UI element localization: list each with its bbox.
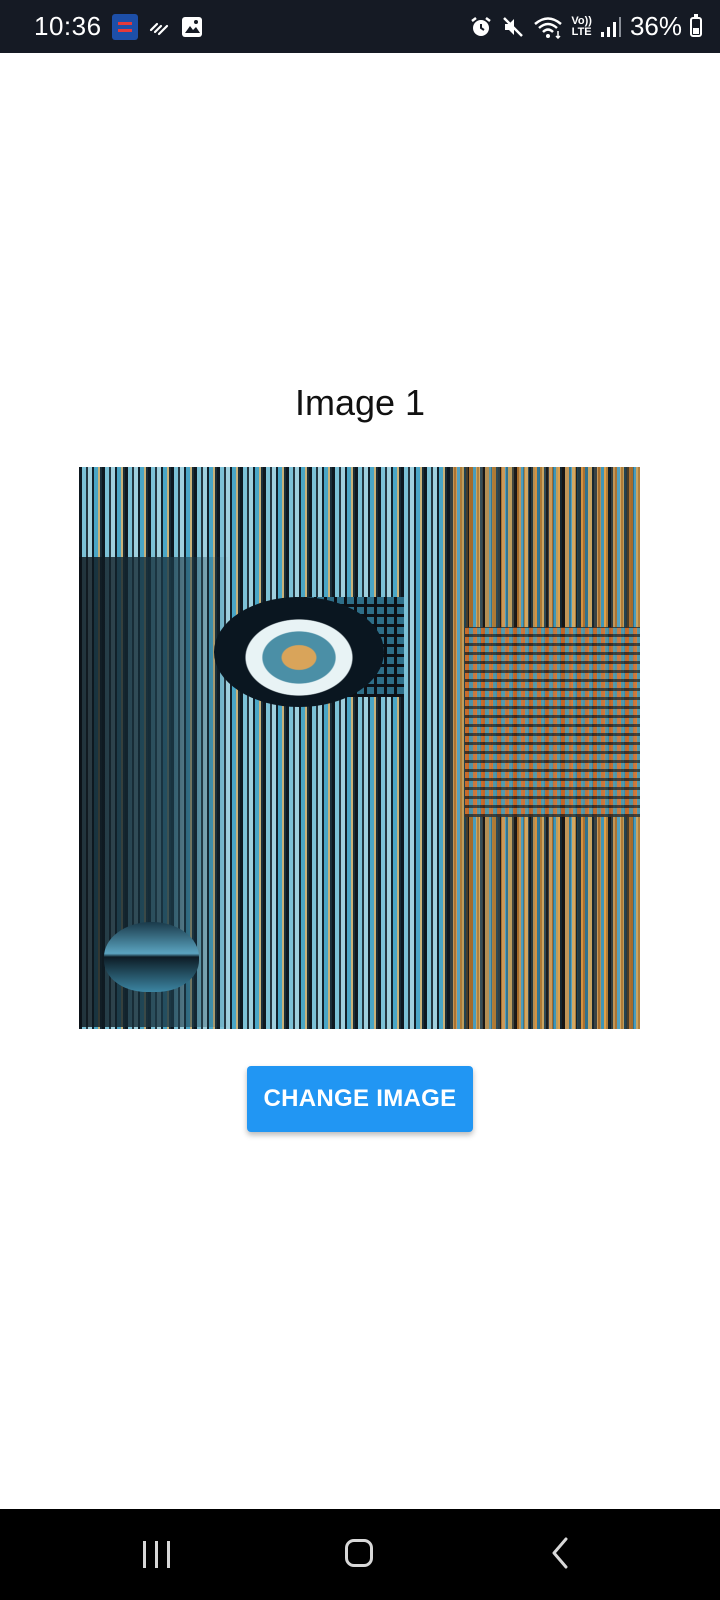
art-eye <box>214 597 384 707</box>
status-bar: 10:36 Vo)) LTE 36% <box>0 0 720 53</box>
gallery-icon <box>181 16 202 37</box>
alarm-icon <box>471 16 492 36</box>
missed-call-icon <box>149 22 168 35</box>
recent-apps-icon[interactable] <box>143 1541 173 1568</box>
battery-percent: 36% <box>629 11 682 41</box>
app-notification-icon <box>111 13 138 40</box>
mute-icon <box>503 16 524 37</box>
volte-bottom-label: LTE <box>571 25 592 38</box>
image-title: Image 1 <box>294 382 426 423</box>
status-left-group: 10:36 <box>34 0 204 53</box>
volte-icon: Vo)) LTE <box>571 15 592 38</box>
navigation-bar <box>0 1509 720 1600</box>
displayed-image <box>79 467 640 1029</box>
signal-icon <box>600 16 621 37</box>
art-lips <box>104 922 199 992</box>
back-icon[interactable] <box>550 1537 570 1569</box>
change-image-button[interactable]: CHANGE IMAGE <box>247 1066 473 1132</box>
home-icon[interactable] <box>345 1539 373 1567</box>
main-content: Image 1 CHANGE IMAGE <box>0 53 720 1509</box>
battery-level <box>693 27 699 34</box>
status-time: 10:36 <box>34 11 102 41</box>
battery-icon <box>690 13 702 37</box>
status-right-group: Vo)) LTE 36% <box>469 0 702 53</box>
wifi-icon <box>534 16 563 39</box>
art-mesh <box>465 627 640 817</box>
